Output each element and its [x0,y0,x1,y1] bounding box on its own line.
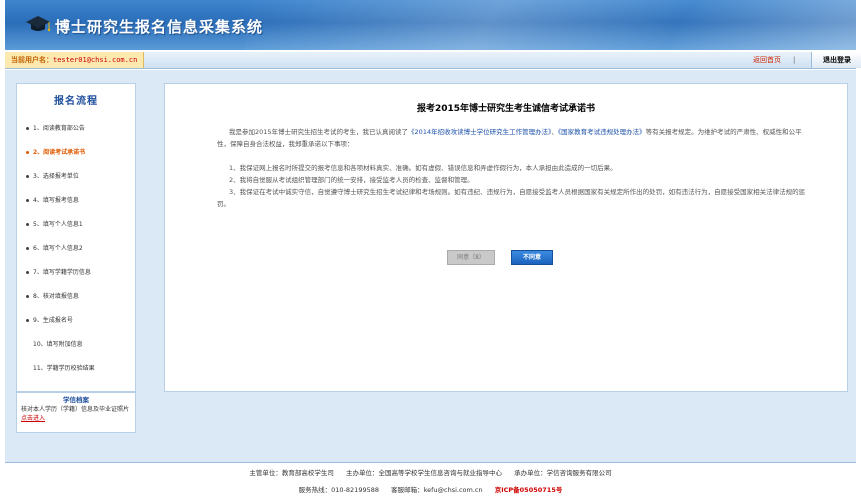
sidebar-step: 1、阅读教育部公告 [26,119,134,139]
footer-email: 客服邮箱：kefu@chsi.com.cn [391,486,483,494]
step-label: 10、填写附加信息 [33,341,83,348]
step-label: 2、阅读考试承诺书 [33,149,86,156]
xinxi-enter-link[interactable]: 点击进入 [21,415,45,422]
current-user-label: 当前用户名： [11,56,53,64]
footer-icp-link[interactable]: 京ICP备05050715号 [495,486,563,494]
bullet-icon [26,175,29,178]
pledge-item-2: 2、我将自觉服从考试组织管理部门的统一安排，接受监考人员的检查、监督和管理。 [229,176,474,184]
bullet-icon [26,127,29,130]
sidebar-title: 报名流程 [54,96,98,107]
sidebar-step: 4、填写报考信息 [26,191,134,211]
current-user: 当前用户名：tester01@chsi.com.cn [5,52,145,68]
disagree-button[interactable]: 不同意 [511,250,553,265]
footer-line-2: 服务热线：010-82199588 客服邮箱：kefu@chsi.com.cn … [5,484,856,494]
step-label: 11、学籍学历校验结果 [33,365,95,372]
xinxi-description: 核对本人学历（学籍）信息及毕业证照片 点击进入 [17,405,135,423]
process-sidebar: 报名流程 1、阅读教育部公告 2、阅读考试承诺书 3、选择报考单位 4、填写报考… [16,83,136,392]
sidebar-step: 8、核对填报信息 [26,287,134,307]
bullet-icon [26,271,29,274]
law-link-1[interactable]: 《2014年招收攻读博士学位研究生工作管理办法》 [408,128,551,136]
step-label: 8、核对填报信息 [33,293,79,300]
sidebar-step: 6、填写个人信息2 [26,239,134,259]
sidebar-step: 9、生成报名号 [26,311,134,331]
pledge-item-3: 3、我保证在考试中诚实守信，自觉遵守博士研究生招生考试纪律和考场规则。如有违纪、… [217,188,806,208]
agree-button[interactable]: 同意（8） [447,250,495,265]
pledge-intro: 我是参加2015年博士研究生招生考试的考生，我已认真阅读了《2014年招收攻读博… [217,126,813,150]
footer-host: 主办单位：全国高等学校学生信息咨询与就业指导中心 [346,469,502,477]
header-decoration [245,0,856,50]
bullet-icon [26,151,29,154]
site-header: 博士研究生报名信息采集系统 [5,0,856,50]
law-link-2[interactable]: 《国家教育考试违规处理办法》 [558,128,646,136]
xinxi-desc-text: 核对本人学历（学籍）信息及毕业证照片 [21,406,130,413]
xinxi-archive-box: 学信档案 核对本人学历（学籍）信息及毕业证照片 点击进入 [16,392,136,433]
sidebar-step: 7、填写学籍学历信息 [26,263,134,283]
sidebar-step: 3、选择报考单位 [26,167,134,187]
site-footer: 主管单位：教育部高校学生司 主办单位：全国高等学校学生信息咨询与就业指导中心 承… [5,462,856,497]
step-label: 1、阅读教育部公告 [33,125,85,132]
user-bar: 当前用户名：tester01@chsi.com.cn 返回首页 | 退出登录 [5,52,861,69]
sidebar-step: 11、学籍学历校验结果 [26,359,141,379]
home-link[interactable]: 返回首页 [753,52,781,68]
sidebar-step: 10、填写附加信息 [26,335,141,355]
bullet-icon [26,247,29,250]
main-area: 报名流程 1、阅读教育部公告 2、阅读考试承诺书 3、选择报考单位 4、填写报考… [5,70,856,462]
site-title: 博士研究生报名信息采集系统 [55,18,264,36]
footer-sponsor: 主管单位：教育部高校学生司 [249,469,334,477]
footer-organizer: 承办单位：学信咨询服务有限公司 [514,469,612,477]
xinxi-title: 学信档案 [63,396,89,404]
bullet-icon [26,295,29,298]
intro-pre: 我是参加2015年博士研究生招生考试的考生，我已认真阅读了 [229,128,409,136]
sidebar-step-current: 2、阅读考试承诺书 [26,143,134,163]
pledge-panel: 报考2015年博士研究生考生诚信考试承诺书 我是参加2015年博士研究生招生考试… [164,83,848,392]
bullet-icon [26,199,29,202]
current-user-email: tester01@chsi.com.cn [53,56,138,64]
graduation-cap-icon [26,16,51,32]
step-label: 4、填写报考信息 [33,197,79,204]
step-label: 3、选择报考单位 [33,173,79,180]
step-label: 5、填写个人信息1 [33,221,83,228]
step-label: 7、填写学籍学历信息 [33,269,91,276]
footer-hotline: 服务热线：010-82199588 [298,486,379,494]
footer-line-1: 主管单位：教育部高校学生司 主办单位：全国高等学校学生信息咨询与就业指导中心 承… [5,467,856,477]
step-label: 9、生成报名号 [33,317,73,324]
pledge-item-1: 1、我保证网上报名时所提交的报考信息和各项材料真实、准确。如有虚假、错误信息和弄… [229,164,617,172]
step-label: 6、填写个人信息2 [33,245,83,252]
userbar-separator: | [793,56,796,64]
pledge-title: 报考2015年博士研究生考生诚信考试承诺书 [416,104,596,114]
sidebar-step: 5、填写个人信息1 [26,215,134,235]
bullet-icon [26,223,29,226]
logout-button[interactable]: 退出登录 [811,52,861,68]
bullet-icon [26,319,29,322]
